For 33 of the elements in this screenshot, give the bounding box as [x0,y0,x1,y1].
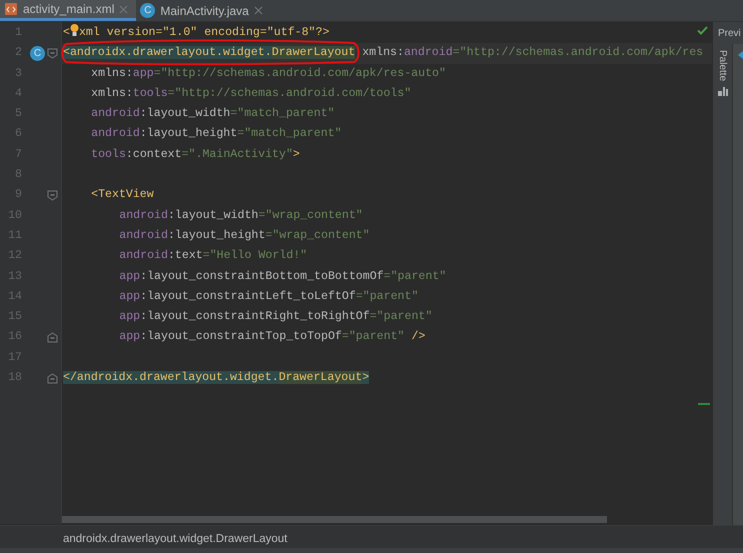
fold-icon[interactable] [47,48,58,59]
palette-tab[interactable]: Palette [715,50,730,82]
code-line: xmlns:tools="http://schemas.android.com/tools" [91,86,412,100]
panel-title: Previ [717,27,742,41]
class-icon: C [140,3,156,18]
code-line: app:layout_constraintRight_toRightOf="parent" [119,310,432,324]
editor-tab[interactable]: C MainActivity.java [136,0,271,21]
close-icon [119,4,128,14]
xml-file-icon [4,2,18,16]
code-line: app:layout_constraintLeft_toLeftOf="parent" [119,290,418,303]
code-line: <androidx.drawerlayout.widget.DrawerLayout xmlns:android="http://schemas.android.com/apk/res [63,46,704,60]
code-line: tools:context=".MainActivity"> [91,148,300,161]
error-stripe-mark [698,403,710,405]
palette-icon [716,85,728,98]
lightbulb-icon[interactable] [70,23,79,37]
code-line: android:text="Hello World!" [119,249,308,262]
code-line: app:layout_constraintBottom_toBottomOf="parent" [119,270,446,283]
code-line: android:layout_width="match_parent" [91,107,335,120]
close-icon [254,6,263,15]
code-line: <TextView [91,188,154,202]
editor-tab[interactable]: activity_main.xml [0,0,136,21]
code-line: xmlns:app="http://schemas.android.com/apk/res-auto" [91,66,446,80]
code-line: < xml version="1.0" encoding="utf-8"?> [63,26,330,39]
code-line: app:layout_constraintTop_toTopOf="parent" /> [119,330,426,344]
fold-icon[interactable] [47,332,58,344]
fold-icon[interactable] [47,372,58,384]
code-line: android:layout_width="wrap_content" [119,208,363,222]
code-line: </androidx.drawerlayout.widget.DrawerLayout> [63,371,370,384]
checkmark-icon [697,26,708,35]
code-line: android:layout_height="wrap_content" [119,228,370,242]
code-line: android:layout_height="match_parent" [91,127,342,140]
fold-icon[interactable] [47,190,58,202]
horizontal-scrollbar[interactable] [62,516,607,523]
